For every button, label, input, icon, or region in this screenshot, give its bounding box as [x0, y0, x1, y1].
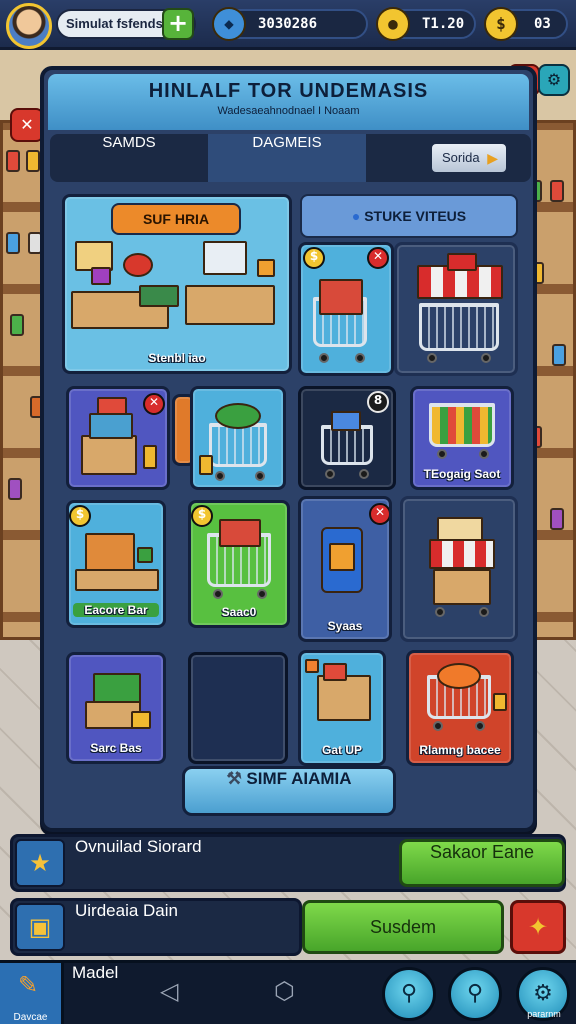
quest-row-1: ★ Ovnuilad Siorard Sakaor Eane [10, 834, 566, 892]
coin-badge-icon: $ [69, 505, 91, 527]
coin-badge-icon: $ [191, 505, 213, 527]
gem-icon: ◆ [212, 7, 246, 41]
search-icon: ⚲ [466, 981, 484, 1006]
settings-small-button[interactable]: ⚙ [538, 64, 570, 96]
card-label-rlamng: Rlamng bacee [419, 743, 501, 757]
card-produce-cart[interactable] [190, 386, 286, 490]
bag-icon: ● [351, 208, 361, 224]
top-bar: Simulat fsfends + ◆ 3030286 ● T1.20 $ 03 [0, 0, 576, 50]
banner-right-label: STUKE VITEUS [364, 208, 467, 224]
quest-1-button[interactable]: Sakaor Eane [399, 839, 565, 887]
nav-home-button[interactable]: ✎ Davcae [0, 963, 64, 1024]
arrow-right-icon: ▶ [487, 150, 498, 166]
add-friend-button[interactable]: + [162, 8, 194, 40]
left-tool-button[interactable]: ✕ [10, 108, 44, 142]
hammer-icon: ⚒ [226, 769, 242, 788]
gift-button[interactable]: ✦ [510, 900, 566, 954]
card-stenbl[interactable]: SUF HRIA Stenbl iao [62, 194, 292, 374]
level-badge: 8 [367, 391, 389, 413]
player-name: Simulat fsfends [66, 16, 163, 31]
sort-button[interactable]: Sorida ▶ [430, 142, 508, 174]
pin-icon: ⚲ [400, 981, 418, 1006]
card-label-stenbl: Stenbl iao [148, 351, 206, 365]
action-button-label: SIMF AIAMIA [246, 769, 352, 788]
coin-icon: ● [376, 7, 410, 41]
card-empty-slot[interactable] [188, 652, 288, 764]
nav-search-button[interactable]: ⚲ [448, 967, 502, 1021]
wrench-icon: ✎ [18, 971, 39, 999]
bottom-nav: ✎ Davcae Madel ◁ ⬡ ⚲ ⚲ ⚙ pararnm [0, 960, 576, 1024]
nav-model-label[interactable]: Madel [72, 963, 118, 983]
panel-subtitle: Wadesaeahnodnael I Noaam [217, 105, 360, 117]
card-locked-cart[interactable]: 8 [298, 386, 396, 490]
tab-sands[interactable]: SAMDS [50, 134, 208, 182]
coin-badge-icon: $ [303, 247, 325, 269]
card-label-saac0: Saac0 [221, 605, 257, 619]
card-box-stack[interactable]: ✕ [66, 386, 170, 490]
card-food-stand[interactable] [400, 496, 518, 642]
tool-badge-icon: ✕ [369, 503, 389, 525]
box-icon: ▣ [15, 903, 65, 951]
nav-settings-label: pararnm [527, 1009, 561, 1019]
tab-bar: SAMDS DAGMEIS Sorida ▶ [50, 134, 531, 182]
gem-counter[interactable]: ◆ 3030286 [212, 7, 368, 41]
coin-value: T1.20 [422, 16, 465, 32]
card-syaas[interactable]: ✕ Syaas [298, 496, 392, 642]
card-saac0[interactable]: $ Saac0 [188, 500, 290, 628]
sort-label: Sorida [442, 150, 480, 165]
tool-badge-icon: ✕ [143, 393, 165, 415]
card-teogaig-saot[interactable]: TEogaig Saot [410, 386, 514, 490]
panel-title: HINLALF TOR UNDEMASIS [148, 80, 429, 102]
dollar-icon: $ [484, 7, 518, 41]
gear-icon: ⚙ [533, 981, 553, 1006]
quest-1-text: Ovnuilad Siorard [75, 837, 202, 856]
shop-panel: HINLALF TOR UNDEMASIS Wadesaeahnodnael I… [40, 66, 537, 832]
banner-stuke-viteus: ● STUKE VITEUS [300, 194, 518, 238]
star-icon: ★ [15, 839, 65, 887]
wrench-icon: ✕ [20, 115, 34, 134]
card-label-teogaig: TEogaig Saot [423, 467, 501, 481]
quest-2-text: Uirdeaia Dain [75, 901, 178, 920]
card-sarc-bas[interactable]: Sarc Bas [66, 652, 166, 764]
card-label-sarc: Sarc Bas [90, 741, 142, 755]
tab-dagmeis[interactable]: DAGMEIS [208, 134, 366, 182]
quest-row-2: ▣ Uirdeaia Dain [10, 898, 302, 956]
card-rlamng-bacee[interactable]: Rlamng bacee [406, 650, 514, 766]
card-label-gat-up: Gat UP [321, 743, 362, 757]
simf-action-button[interactable]: ⚒ SIMF AIAMIA [182, 766, 396, 816]
card-gat-up[interactable]: Gat UP [298, 650, 386, 766]
panel-header: HINLALF TOR UNDEMASIS Wadesaeahnodnael I… [48, 74, 529, 130]
gear-icon: ⚙ [546, 70, 562, 89]
cash-counter[interactable]: $ 03 [484, 7, 568, 41]
nav-location-button[interactable]: ⚲ [382, 967, 436, 1021]
cash-value: 03 [534, 16, 551, 32]
banner-left-label: SUF HRIA [142, 211, 210, 227]
banner-suf-hria: SUF HRIA [111, 203, 241, 235]
nav-home-label: Davcae [13, 1012, 48, 1023]
gift-icon: ✦ [527, 913, 549, 941]
gem-value: 3030286 [258, 16, 318, 32]
card-label-eacore: Eacore Bar [73, 603, 159, 617]
card-market-stall[interactable] [394, 242, 518, 376]
tool-badge-icon: ✕ [367, 247, 389, 269]
back-icon[interactable]: ◁ [160, 977, 178, 1005]
card-eacore-bar[interactable]: $ Eacore Bar [66, 500, 166, 628]
home-icon[interactable]: ⬡ [274, 977, 295, 1005]
player-avatar[interactable] [6, 3, 52, 49]
quest-2-button[interactable]: Susdem [302, 900, 504, 954]
card-label-syaas: Syaas [327, 619, 363, 633]
card-cart-shelf[interactable]: $ ✕ [298, 242, 394, 376]
coin-counter[interactable]: ● T1.20 [376, 7, 476, 41]
